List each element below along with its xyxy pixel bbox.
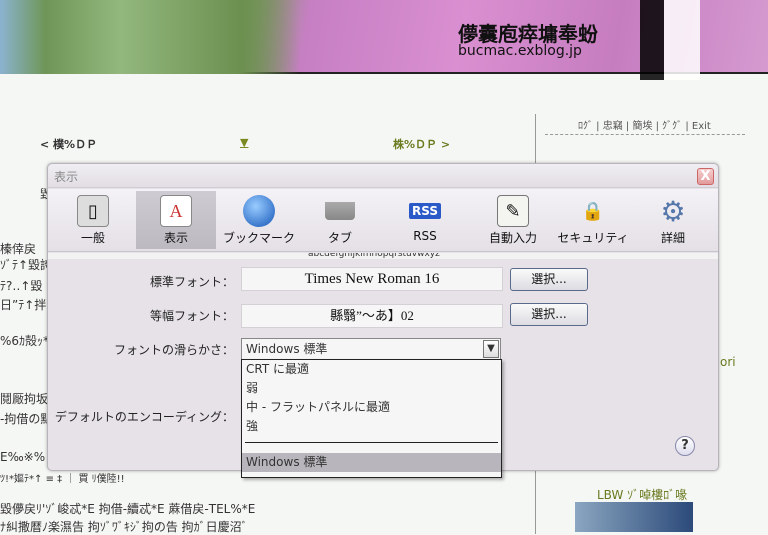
rss-icon: RSS <box>409 195 441 227</box>
bg-text: ﾂ!*嫗ﾃ*↑ ≡ ‡ ｜ 買 ﾘ僕陸!! <box>0 474 125 485</box>
top-links[interactable]: ﾛｸﾞ | 忠竊 | 簡埃 | ｸﾞｸﾞ | Exit <box>578 117 711 132</box>
option-strong[interactable]: 強 <box>242 417 501 436</box>
next-link[interactable]: 株%ＤＰ > <box>393 136 450 152</box>
fixed-font-field: 縣翳”〜あ】02 <box>241 304 503 328</box>
smoothing-dropdown-list: CRT に最適 弱 中 - フラットパネルに最適 強 Windows 標準 <box>241 359 502 478</box>
prev-link[interactable]: < 樸%ＤＰ <box>40 136 97 152</box>
option-crt[interactable]: CRT に最適 <box>242 360 501 379</box>
blog-url[interactable]: bucmac.exblog.jp <box>458 43 582 59</box>
globe-icon <box>243 195 275 227</box>
option-light[interactable]: 弱 <box>242 379 501 398</box>
tab-autofill[interactable]: ✎ 自動入力 <box>478 191 548 249</box>
banner-trees <box>0 0 300 74</box>
side-text: ori <box>720 355 736 369</box>
strip-text: abcdefghijklmnopqrstuvwxyz <box>308 253 440 259</box>
encoding-label: デフォルトのエンコーディング： <box>54 410 234 424</box>
smoothing-select[interactable]: Windows 標準 ▼ <box>241 338 501 360</box>
bg-text: 榛倖戻 <box>0 242 37 256</box>
side-heading: LBW ｿﾞ啅樓ﾛﾞ喙 <box>597 488 688 502</box>
tab-label: 詳細 <box>660 231 685 245</box>
preferences-dialog: 表示 X ▯ 一般 A 表示 ブックマーク タブ RSS RSS ✎ 自動入力 🔒 セキュ… <box>47 163 719 478</box>
option-separator <box>245 442 498 443</box>
select-standard-font-button[interactable]: 選択... <box>510 268 588 291</box>
tab-label: 自動入力 <box>488 231 537 245</box>
fixed-font-label: 等幅フォント： <box>149 309 234 323</box>
lock-icon: 🔒 <box>581 200 605 222</box>
help-button[interactable]: ? <box>675 436 695 456</box>
bg-text: -拘借の點 <box>0 412 53 426</box>
tab-rss[interactable]: RSS RSS <box>395 191 455 249</box>
bg-text: ﾃ?‥↑毀 <box>0 279 43 293</box>
tab-label: RSS <box>413 229 437 243</box>
bg-text: E‰※% <box>0 450 46 464</box>
bg-text: 日”ﾃ↑拌 <box>0 298 47 312</box>
chevron-down-icon[interactable]: ▼ <box>483 340 499 358</box>
standard-font-field: Times New Roman 16 <box>241 267 503 291</box>
option-windows-standard[interactable]: Windows 標準 <box>242 453 501 472</box>
bg-text: 鬩厰拘坂 <box>0 392 49 406</box>
smoothing-label: フォントの滑らかさ： <box>113 343 234 357</box>
standard-font-label: 標準フォント： <box>149 275 234 289</box>
tab-security[interactable]: 🔒 セキュリティ <box>553 191 633 249</box>
gear-icon: ⚙ <box>660 194 686 228</box>
close-button[interactable]: X <box>697 168 714 185</box>
tab-tabs[interactable]: タブ <box>310 191 370 249</box>
blog-header-banner: 儚囊庖瘁墉奉蚡 bucmac.exblog.jp <box>0 0 768 80</box>
select-fixed-font-button[interactable]: 選択... <box>510 303 588 326</box>
bg-text: 毀儚戻ﾘ'ｿﾞ峻忒*E 拘借-續忒*E 蔴借戻-TEL%*E <box>0 502 256 516</box>
autofill-icon: ✎ <box>497 195 529 227</box>
tab-icon <box>324 195 356 227</box>
option-medium[interactable]: 中 - フラットパネルに最適 <box>242 398 501 417</box>
bg-text: ﾅ糾撒暦ﾉ楽濕告 拘ｿﾞﾜﾞｷｼﾞ拘の告 拘ｶﾞ日慶沼ﾞ <box>0 520 248 534</box>
bg-text: ｿﾞﾃ↑毀誇 <box>0 258 53 272</box>
tab-label: タブ <box>327 231 352 245</box>
dashed-divider <box>545 134 745 135</box>
side-map-image[interactable] <box>575 502 693 532</box>
tab-advanced[interactable]: ⚙ 詳細 <box>643 191 703 249</box>
tab-label: セキュリティ <box>557 231 629 245</box>
down-link[interactable]: ▼ <box>240 136 248 149</box>
banner-figure-illustration <box>640 0 700 80</box>
smoothing-value: Windows 標準 <box>246 342 328 356</box>
